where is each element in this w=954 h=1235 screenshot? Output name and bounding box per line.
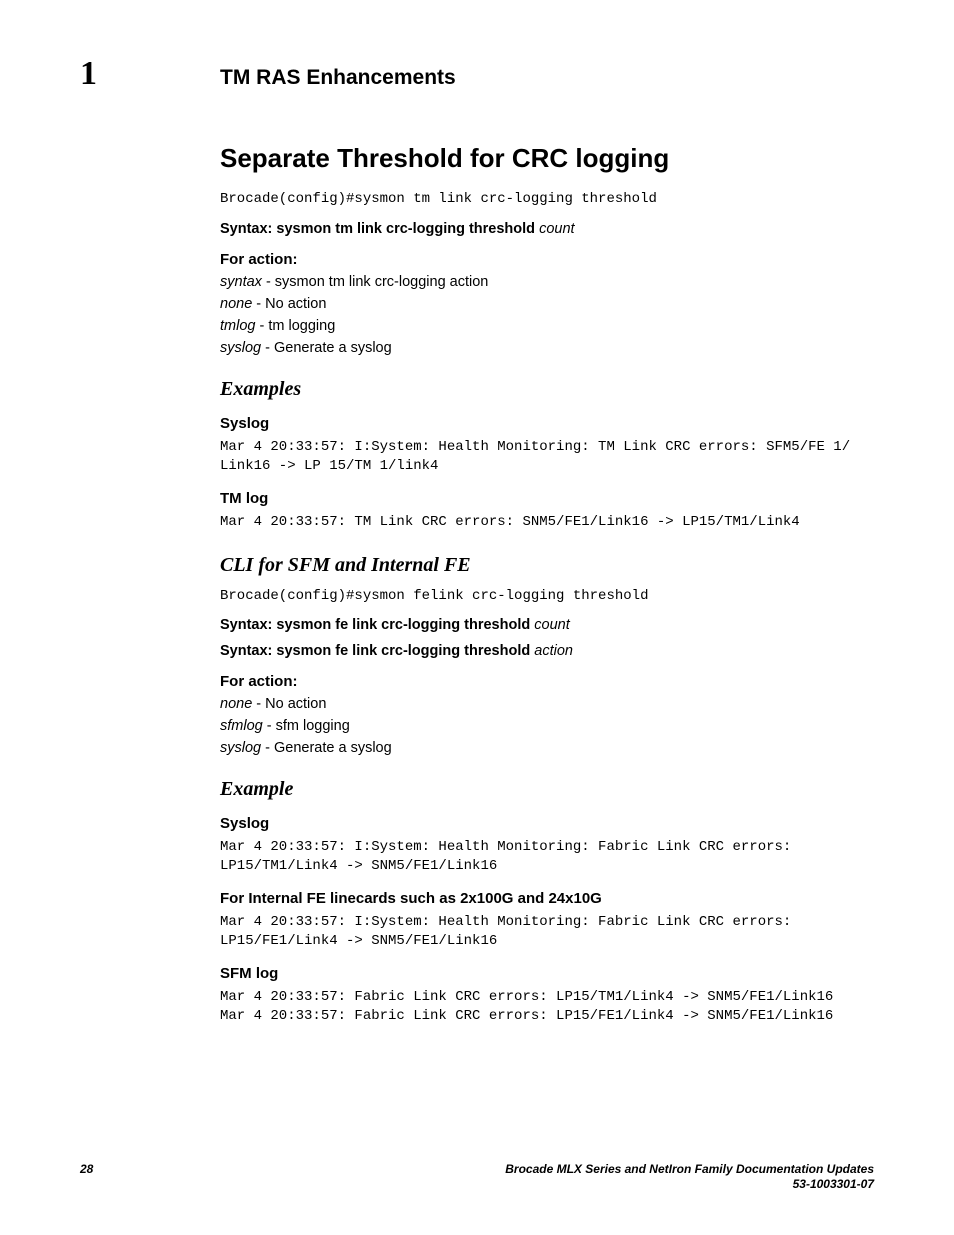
for-action-label: For action: [220,673,874,690]
footer-doc-number: 53-1003301-07 [505,1177,874,1193]
action-value: - sfm logging [263,718,350,734]
cli-command: Brocade(config)#sysmon felink crc-loggin… [220,587,874,606]
syntax-line: Syntax: sysmon tm link crc-logging thres… [220,221,874,237]
chapter-title: TM RAS Enhancements [220,66,456,90]
action-syntax: syntax - sysmon tm link crc-logging acti… [220,274,874,290]
for-action-label: For action: [220,251,874,268]
syntax-cmd: sysmon fe link crc-logging threshold [276,643,534,659]
syslog-output: Mar 4 20:33:57: I:System: Health Monitor… [220,838,874,876]
action-key: syntax [220,274,262,290]
syntax-lead: Syntax: [220,643,276,659]
action-sfmlog: sfmlog - sfm logging [220,718,874,734]
action-syslog: syslog - Generate a syslog [220,340,874,356]
cli-command: Brocade(config)#sysmon tm link crc-loggi… [220,190,874,209]
syntax-lead: Syntax: [220,617,276,633]
syntax-line: Syntax: sysmon fe link crc-logging thres… [220,617,874,633]
action-value: - Generate a syslog [261,740,392,756]
syntax-arg: action [534,643,573,659]
syntax-cmd: sysmon fe link crc-logging threshold [276,617,534,633]
action-key: sfmlog [220,718,263,734]
syslog-label: Syslog [220,815,874,832]
examples-heading: Examples [220,378,874,401]
tmlog-output: Mar 4 20:33:57: TM Link CRC errors: SNM5… [220,513,874,532]
page-footer: 28 Brocade MLX Series and NetIron Family… [80,1162,874,1193]
internal-fe-label: For Internal FE linecards such as 2x100G… [220,890,874,907]
sfmlog-output: Mar 4 20:33:57: Fabric Link CRC errors: … [220,988,874,1026]
internal-fe-output: Mar 4 20:33:57: I:System: Health Monitor… [220,913,874,951]
syntax-arg: count [534,617,569,633]
action-syslog: syslog - Generate a syslog [220,740,874,756]
action-key: none [220,696,252,712]
action-key: tmlog [220,318,255,334]
chapter-number: 1 [80,55,220,93]
action-value: - No action [252,696,326,712]
action-value: - No action [252,296,326,312]
action-value: - Generate a syslog [261,340,392,356]
action-value: - sysmon tm link crc-logging action [262,274,488,290]
section-title: Separate Threshold for CRC logging [220,143,874,174]
action-key: none [220,296,252,312]
page-content: Separate Threshold for CRC logging Broca… [220,143,874,1026]
page-number: 28 [80,1162,93,1193]
syslog-label: Syslog [220,415,874,432]
cli-heading: CLI for SFM and Internal FE [220,554,874,577]
action-value: - tm logging [255,318,335,334]
action-key: syslog [220,340,261,356]
action-tmlog: tmlog - tm logging [220,318,874,334]
syslog-output: Mar 4 20:33:57: I:System: Health Monitor… [220,438,874,476]
sfmlog-label: SFM log [220,965,874,982]
action-none: none - No action [220,296,874,312]
syntax-arg: count [539,221,574,237]
footer-doc-title: Brocade MLX Series and NetIron Family Do… [505,1162,874,1178]
syntax-cmd: sysmon tm link crc-logging threshold [276,221,539,237]
action-key: syslog [220,740,261,756]
example-heading: Example [220,778,874,801]
page-header: 1 TM RAS Enhancements [80,55,874,93]
syntax-line: Syntax: sysmon fe link crc-logging thres… [220,643,874,659]
syntax-lead: Syntax: [220,221,276,237]
tmlog-label: TM log [220,490,874,507]
action-none: none - No action [220,696,874,712]
